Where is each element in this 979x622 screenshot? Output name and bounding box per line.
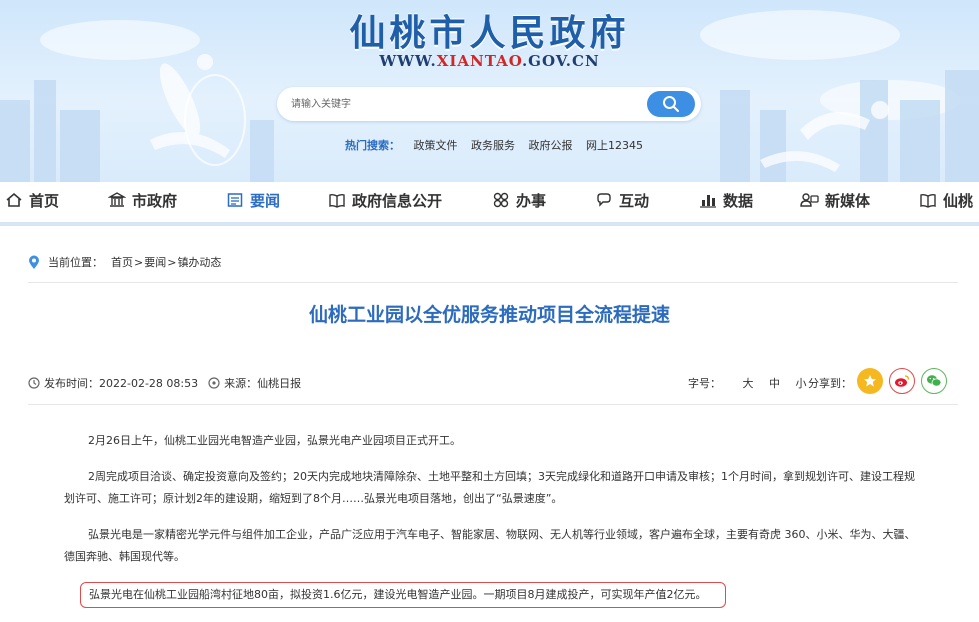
- bar-chart-icon: [700, 195, 716, 208]
- publish-time: 2022-02-28 08:53: [99, 376, 199, 390]
- hot-search: 热门搜索： 政策文件 政务服务 政府公报 网上12345: [345, 137, 653, 153]
- nav-item-government[interactable]: 市政府: [108, 190, 177, 210]
- hot-search-link[interactable]: 政府公报: [529, 139, 573, 152]
- hot-search-link[interactable]: 政务服务: [471, 139, 515, 152]
- wechat-icon: [927, 375, 942, 387]
- interaction-icon: [597, 193, 611, 207]
- nav-item-services[interactable]: 办事: [492, 190, 546, 210]
- share-label: 分享到：: [808, 377, 852, 390]
- government-building-icon: [108, 192, 126, 207]
- breadcrumb-label: 当前位置：: [48, 256, 103, 269]
- article-meta: 发布时间： 2022-02-28 08:53 来源： 仙桃日报 字号： 大 中 …: [28, 368, 958, 394]
- article-paragraph-highlighted: 弘景光电在仙桃工业园船湾村征地80亩，拟投资1.6亿元，建设光电智造产业园。一期…: [80, 582, 726, 608]
- nav-item-news[interactable]: 要闻: [226, 190, 280, 210]
- nav-item-data[interactable]: 数据: [699, 190, 753, 210]
- nav-item-info-disclosure[interactable]: 政府信息公开: [328, 190, 442, 210]
- nav-item-xiantao[interactable]: 仙桃: [919, 190, 973, 210]
- news-icon: [227, 193, 243, 207]
- article-paragraph: 弘景光电是一家精密光学元件与组件加工企业，产品广泛应用于汽车电子、智能家居、物联…: [64, 528, 916, 563]
- source-icon: [208, 377, 220, 389]
- breadcrumb: 当前位置： 首页 > 要闻 > 镇办动态: [28, 254, 221, 270]
- font-size-label: 字号：: [688, 377, 721, 390]
- nav-item-label: 数据: [723, 191, 754, 210]
- home-icon: [6, 192, 22, 207]
- search-input[interactable]: [277, 87, 647, 121]
- search-box: [277, 87, 701, 121]
- nav-divider: [0, 222, 979, 226]
- nav-item-label: 政府信息公开: [352, 191, 443, 210]
- nav-item-label: 办事: [516, 191, 547, 210]
- search-icon: [663, 96, 679, 112]
- meta-divider: [28, 404, 958, 405]
- breadcrumb-home[interactable]: 首页: [111, 254, 133, 270]
- nav-item-new-media[interactable]: 新媒体: [799, 190, 870, 210]
- breadcrumb-separator: >: [134, 255, 144, 269]
- article-title: 仙桃工业园以全优服务推动项目全流程提速: [308, 304, 670, 326]
- article-paragraph: 2月26日上午，仙桃工业园光电智造产业园，弘景光电产业园项目正式开工。: [88, 434, 461, 447]
- hot-search-label: 热门搜索：: [345, 139, 400, 152]
- main-nav: 首页 市政府 要闻 政府信息公开 办事 互动 数据 新媒体 仙桃: [0, 182, 979, 218]
- header-banner: 仙桃市人民政府 WWW.XIANTAO.GOV.CN 热门搜索： 政策文件 政务…: [0, 0, 979, 182]
- source-value: 仙桃日报: [257, 377, 302, 390]
- hot-search-link[interactable]: 政策文件: [414, 139, 458, 152]
- nav-item-label: 仙桃: [943, 191, 974, 210]
- breadcrumb-town-news[interactable]: 镇办动态: [177, 254, 221, 270]
- nav-item-interaction[interactable]: 互动: [595, 190, 649, 210]
- new-media-icon: [800, 193, 819, 207]
- search-button[interactable]: [647, 91, 695, 117]
- nav-item-label: 互动: [619, 191, 650, 210]
- site-title: 仙桃市人民政府: [349, 12, 630, 54]
- share-favorite-button[interactable]: [857, 368, 883, 394]
- article-body: 2月26日上午，仙桃工业园光电智造产业园，弘景光电产业园项目正式开工。 2周完成…: [64, 430, 924, 608]
- favorite-icon: [864, 375, 876, 387]
- breadcrumb-separator: >: [167, 255, 177, 269]
- service-grid-icon: [493, 192, 509, 208]
- breadcrumb-news[interactable]: 要闻: [144, 254, 166, 270]
- site-url-prefix: WWW.: [379, 52, 437, 70]
- font-size-small[interactable]: 小: [796, 377, 807, 390]
- nav-item-label: 首页: [29, 191, 60, 210]
- book-icon: [920, 193, 936, 208]
- nav-item-home[interactable]: 首页: [5, 190, 59, 210]
- clock-icon: [28, 377, 40, 389]
- breadcrumb-divider: [28, 282, 958, 283]
- nav-item-label: 新媒体: [825, 191, 871, 210]
- nav-item-label: 市政府: [132, 191, 178, 210]
- font-size-large[interactable]: 大: [743, 377, 754, 390]
- location-pin-icon: [29, 255, 39, 269]
- nav-item-label: 要闻: [250, 191, 281, 210]
- article-paragraph: 2周完成项目洽谈、确定投资意向及签约；20天内完成地块清障除杂、土地平整和土方回…: [64, 470, 915, 505]
- site-url-highlight: XIANTAO: [436, 52, 522, 70]
- source-label: 来源：: [224, 377, 258, 390]
- font-size-control: 字号： 大 中 小: [688, 375, 819, 391]
- share-wechat-button[interactable]: [921, 368, 947, 394]
- font-size-medium[interactable]: 中: [769, 377, 780, 390]
- publish-label: 发布时间：: [44, 377, 99, 390]
- book-icon: [329, 193, 345, 208]
- site-url[interactable]: WWW.XIANTAO.GOV.CN: [0, 52, 979, 70]
- weibo-icon: [895, 375, 910, 387]
- hot-search-link[interactable]: 网上12345: [586, 139, 643, 152]
- site-url-suffix: .GOV.CN: [521, 52, 600, 70]
- share-weibo-button[interactable]: [889, 368, 915, 394]
